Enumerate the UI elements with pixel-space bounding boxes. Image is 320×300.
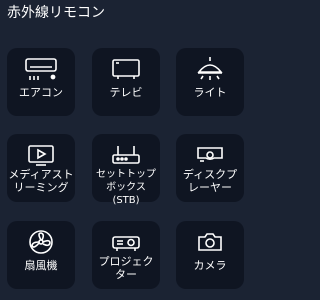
disc-player-icon <box>176 142 244 168</box>
camera-icon <box>176 229 244 255</box>
device-tile-fan[interactable]: 扇風機 <box>7 221 75 289</box>
tv-icon <box>92 56 160 82</box>
device-label: エアコン <box>19 86 63 99</box>
device-tile-projector[interactable]: プロジェク ター <box>92 221 160 289</box>
media-streaming-icon <box>7 142 75 168</box>
device-label: カメラ <box>193 259 227 272</box>
device-label: プロジェク ター <box>98 255 154 281</box>
device-grid: エアコン テレビ ライト メディアスト リーミング セットトップ ボックス(ST… <box>0 0 251 300</box>
device-label: ディスクプ レーヤー <box>182 168 238 194</box>
device-label: ライト <box>193 86 227 99</box>
device-tile-light[interactable]: ライト <box>176 48 244 116</box>
device-tile-disc-player[interactable]: ディスクプ レーヤー <box>176 134 244 202</box>
device-label: メディアスト リーミング <box>8 168 74 194</box>
device-tile-media-streaming[interactable]: メディアスト リーミング <box>7 134 75 202</box>
device-tile-tv[interactable]: テレビ <box>92 48 160 116</box>
set-top-box-icon <box>92 142 160 168</box>
projector-icon <box>92 229 160 255</box>
device-label: 扇風機 <box>24 259 58 272</box>
device-tile-camera[interactable]: カメラ <box>176 221 244 289</box>
air-conditioner-icon <box>7 56 75 82</box>
device-tile-air-conditioner[interactable]: エアコン <box>7 48 75 116</box>
device-tile-set-top-box[interactable]: セットトップ ボックス(STB) <box>92 134 160 206</box>
device-label: テレビ <box>109 86 143 99</box>
device-label: セットトップ ボックス(STB) <box>96 169 156 206</box>
fan-icon <box>7 229 75 255</box>
light-icon <box>176 56 244 82</box>
